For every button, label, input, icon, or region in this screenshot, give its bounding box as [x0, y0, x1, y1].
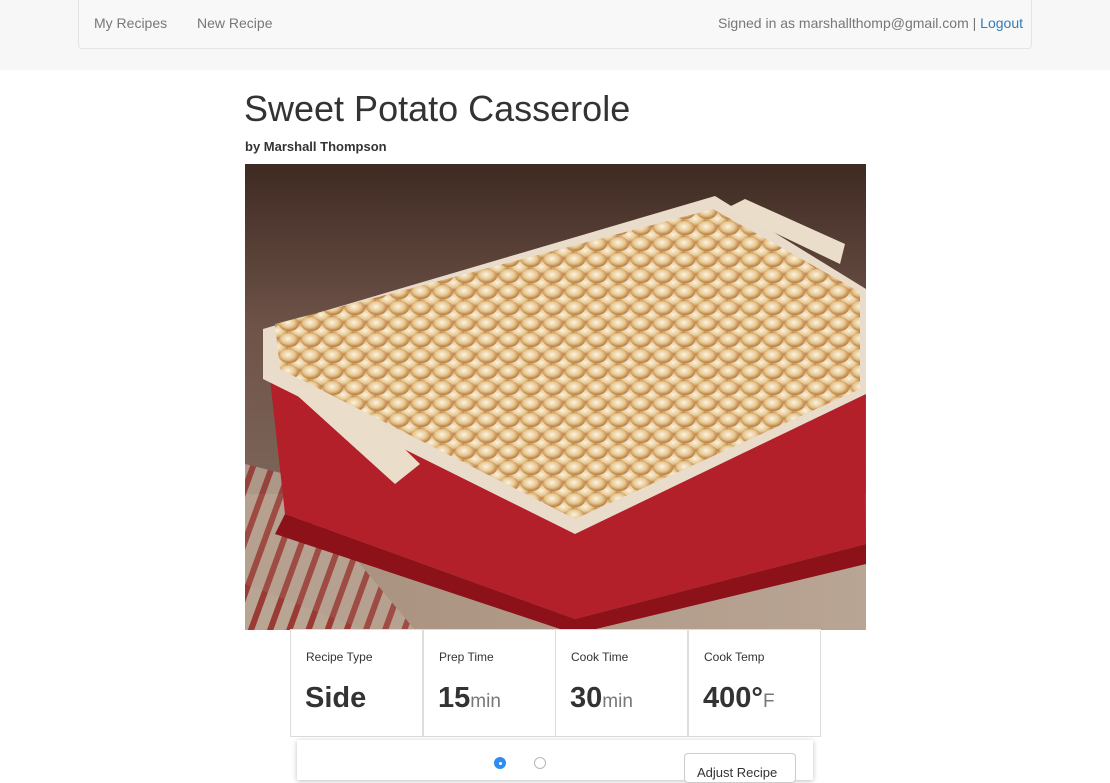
adjust-recipe-panel: Adjust Recipe	[297, 740, 813, 783]
logout-link[interactable]: Logout	[980, 15, 1023, 31]
scale-radio-1[interactable]	[494, 757, 506, 769]
nav-my-recipes[interactable]: My Recipes	[94, 15, 167, 31]
recipe-author: by Marshall Thompson	[245, 139, 387, 154]
stat-card-cook-temp: Cook Temp 400°F	[688, 629, 821, 737]
stat-card-recipe-type: Recipe Type Side	[290, 629, 423, 737]
recipe-title: Sweet Potato Casserole	[244, 88, 631, 129]
stat-value: 30min	[570, 682, 633, 714]
stat-value: 15min	[438, 682, 501, 714]
top-navbar: My Recipes New Recipe Signed in as marsh…	[78, 0, 1032, 49]
nav-new-recipe[interactable]: New Recipe	[197, 15, 272, 31]
scale-radio-2[interactable]	[534, 757, 546, 769]
signed-in-status: Signed in as marshallthomp@gmail.com | L…	[718, 15, 1023, 31]
adjust-recipe-button[interactable]: Adjust Recipe	[684, 753, 796, 783]
stat-card-cook-time: Cook Time 30min	[555, 629, 688, 737]
stat-value: 400°F	[703, 682, 775, 714]
stat-label: Cook Temp	[704, 650, 765, 664]
recipe-photo	[245, 164, 866, 630]
stat-card-prep-time: Prep Time 15min	[423, 629, 556, 737]
signed-in-text: Signed in as marshallthomp@gmail.com |	[717, 15, 977, 31]
stat-label: Cook Time	[571, 650, 629, 664]
stat-label: Recipe Type	[306, 650, 373, 664]
stat-label: Prep Time	[439, 650, 494, 664]
stat-value: Side	[305, 682, 367, 714]
